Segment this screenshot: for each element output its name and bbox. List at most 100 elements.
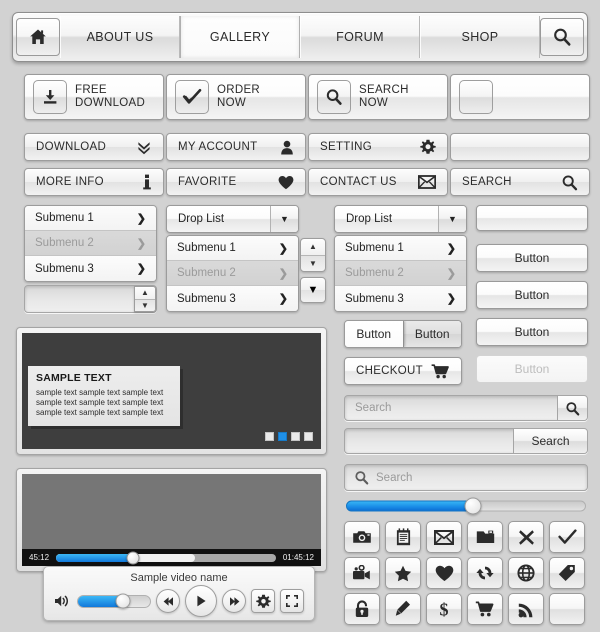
volume-icon[interactable] [54, 594, 71, 608]
button-right-1[interactable]: Button [476, 244, 588, 272]
nav-item-forum[interactable]: FORUM [300, 16, 420, 58]
user-icon [280, 140, 294, 155]
search-input-b[interactable] [345, 429, 513, 453]
content-caption: SAMPLE TEXT sample text sample text samp… [28, 366, 180, 426]
slider-dot-1[interactable] [265, 432, 274, 441]
droplist-b-item-2[interactable]: Submenu 2 ❯ [335, 261, 466, 286]
droplist-a-header[interactable]: Drop List ▼ [166, 205, 299, 233]
search-submit-b[interactable]: Search [513, 429, 587, 453]
icon-button-camera[interactable] [344, 521, 380, 553]
tag-icon [558, 564, 576, 582]
spinner-down-button[interactable]: ▼ [301, 256, 325, 272]
video-controls: Sample video name [43, 566, 315, 621]
icon-button-refresh[interactable] [467, 557, 503, 589]
nav-label: SHOP [461, 30, 499, 44]
blank-button-right[interactable] [476, 205, 588, 231]
slider-dot-2[interactable] [278, 432, 287, 441]
video-next-button[interactable] [222, 589, 246, 613]
droplist-b-header[interactable]: Drop List ▼ [334, 205, 467, 233]
my-account-button[interactable]: MY ACCOUNT [166, 133, 306, 161]
segment-right[interactable]: Button [403, 321, 461, 347]
icon-button-blank[interactable] [549, 593, 585, 625]
svg-text:$: $ [440, 600, 449, 619]
search-field-a[interactable]: Search [344, 395, 588, 421]
icon-button-star[interactable] [385, 557, 421, 589]
search-input-a[interactable]: Search [345, 396, 557, 420]
icon-button-globe[interactable] [508, 557, 544, 589]
button-right-2[interactable]: Button [476, 281, 588, 309]
spinner-value[interactable] [25, 286, 134, 312]
video-scrubber-knob[interactable] [126, 551, 140, 564]
icon-button-pencil[interactable] [385, 593, 421, 625]
segment-left[interactable]: Button [345, 321, 404, 347]
blank-big-button[interactable] [450, 74, 590, 120]
nav-label: FORUM [336, 30, 384, 44]
chevron-down-icon[interactable]: ▼ [270, 206, 298, 232]
volume-knob[interactable] [115, 593, 131, 609]
chevron-down-icon[interactable]: ▼ [438, 206, 466, 232]
checkout-button[interactable]: CHECKOUT [344, 357, 462, 385]
video-screen[interactable]: 45:12 01:45:12 [22, 474, 321, 566]
setting-button[interactable]: SETTING [308, 133, 448, 161]
video-prev-button[interactable] [156, 589, 180, 613]
icon-button-dollar[interactable]: $ [426, 593, 462, 625]
spinner-up-button[interactable]: ▲ [301, 239, 325, 256]
favorite-button[interactable]: FAVORITE [166, 168, 306, 196]
droplist-b-item-1[interactable]: Submenu 1 ❯ [335, 236, 466, 261]
droplist-a-item-1[interactable]: Submenu 1 ❯ [167, 236, 298, 261]
button-right-3[interactable]: Button [476, 318, 588, 346]
download-button[interactable]: DOWNLOAD [24, 133, 164, 161]
droplist-a-item-3[interactable]: Submenu 3 ❯ [167, 286, 298, 311]
icon-button-video-camera[interactable] [344, 557, 380, 589]
spinner-single-down-button[interactable]: ▼ [300, 277, 326, 303]
horizontal-slider[interactable] [346, 497, 586, 515]
spinner-double-button[interactable]: ▲ ▼ [300, 238, 326, 272]
icon-button-close[interactable] [508, 521, 544, 553]
search-now-button[interactable]: SEARCH NOW [308, 74, 448, 120]
search-input-c[interactable]: Search [376, 472, 412, 484]
icon-button-cart[interactable] [467, 593, 503, 625]
blank-button-row1[interactable] [450, 133, 590, 161]
droplist-b-item-3[interactable]: Submenu 3 ❯ [335, 286, 466, 311]
volume-slider[interactable] [77, 593, 151, 609]
icon-button-rss[interactable] [508, 593, 544, 625]
submenu-item-1[interactable]: Submenu 1 ❯ [25, 206, 156, 231]
search-icon [551, 26, 573, 48]
search-field-c[interactable]: Search [344, 464, 588, 491]
nav-search-button[interactable] [540, 18, 584, 56]
search-field-b[interactable]: Search [344, 428, 588, 454]
free-download-button[interactable]: FREE DOWNLOAD [24, 74, 164, 120]
more-info-button[interactable]: MORE INFO [24, 168, 164, 196]
video-fullscreen-button[interactable] [280, 589, 304, 613]
video-track[interactable] [56, 551, 276, 564]
icon-button-check[interactable] [549, 521, 585, 553]
order-now-button[interactable]: ORDER NOW [166, 74, 306, 120]
video-settings-button[interactable] [251, 589, 275, 613]
nav-item-about-us[interactable]: ABOUT US [60, 16, 180, 58]
spinner-down-button[interactable]: ▼ [135, 300, 155, 312]
video-progress-bar: 45:12 01:45:12 [22, 549, 321, 566]
slider-dot-3[interactable] [291, 432, 300, 441]
icon-button-clipboard[interactable] [385, 521, 421, 553]
search-button-row2[interactable]: SEARCH [450, 168, 590, 196]
submenu-item-2[interactable]: Submenu 2 ❯ [25, 231, 156, 256]
search-submit-a[interactable] [557, 396, 587, 420]
video-play-button[interactable] [185, 585, 217, 617]
spinner-up-button[interactable]: ▲ [135, 287, 155, 300]
slider-dot-4[interactable] [304, 432, 313, 441]
spinner-input-left[interactable]: ▲ ▼ [24, 285, 157, 313]
droplist-a-item-2[interactable]: Submenu 2 ❯ [167, 261, 298, 286]
nav-item-shop[interactable]: SHOP [420, 16, 540, 58]
home-button[interactable] [16, 18, 60, 56]
icon-button-heart[interactable] [426, 557, 462, 589]
nav-item-gallery[interactable]: GALLERY [180, 16, 300, 58]
contact-us-button[interactable]: CONTACT US [308, 168, 448, 196]
icon-button-envelope[interactable] [426, 521, 462, 553]
slider-knob[interactable] [464, 497, 482, 515]
submenu-item-3[interactable]: Submenu 3 ❯ [25, 256, 156, 281]
icon-button-folder[interactable] [467, 521, 503, 553]
video-played [56, 553, 133, 562]
rss-icon [518, 601, 535, 618]
icon-button-tag[interactable] [549, 557, 585, 589]
icon-button-lock[interactable] [344, 593, 380, 625]
